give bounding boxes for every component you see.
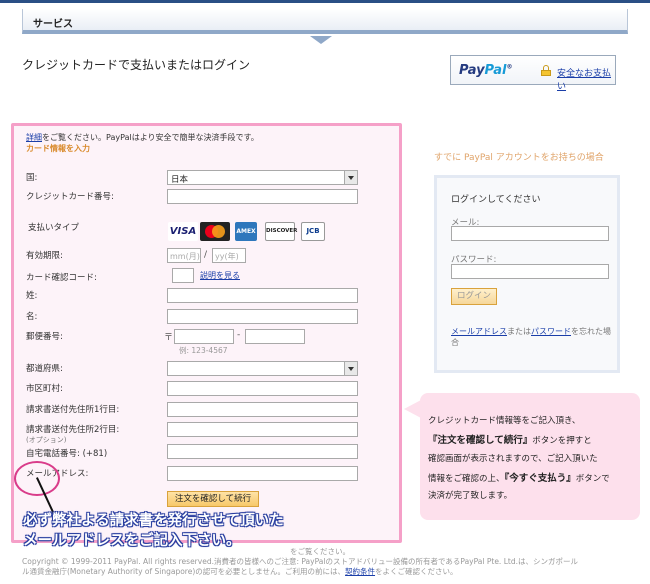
- forgot-credentials-text: メールアドレスまたはパスワードを忘れた場合: [451, 326, 611, 348]
- country-select[interactable]: 日本: [167, 170, 358, 185]
- note-line4-bold: 『今すぐ支払う』: [504, 473, 576, 484]
- section-title: カード情報を入力: [26, 144, 90, 153]
- service-arrow-icon: [310, 36, 332, 44]
- payment-type-label: 支払いタイプ: [28, 223, 80, 233]
- instruction-note: クレジットカード情報等をご記入頂き、 『注文を確認して続行』ボタンを押すと 確認…: [420, 393, 640, 520]
- intro-text: 詳細をご覧ください。PayPalはより安全で簡単な決済手段です。: [26, 132, 259, 143]
- postal-mark: 〒: [164, 333, 174, 343]
- phone-input[interactable]: [167, 444, 358, 459]
- cvv-help-link[interactable]: 説明を見る: [200, 270, 240, 281]
- email-input[interactable]: [167, 466, 358, 481]
- footer: をご覧ください。 Copyright © 1999-2011 PayPal. A…: [22, 547, 578, 577]
- footer-line3: ル通貨金融庁(Monetary Authority of Singapore)の…: [22, 567, 578, 577]
- jcb-card-icon: JCB: [301, 222, 325, 241]
- address2-label-text: 請求書送付先住所2行目:: [26, 425, 120, 435]
- city-label: 市区町村:: [26, 384, 63, 394]
- last-name-label: 姓:: [26, 291, 38, 301]
- note-line2-rest: ボタンを押すと: [532, 436, 592, 446]
- paypal-header-box: PayPal® 安全なお支払い: [450, 55, 616, 92]
- country-label: 国:: [26, 173, 38, 183]
- paypal-logo-pal: Pal: [484, 63, 507, 78]
- country-value: 日本: [171, 175, 189, 185]
- login-button[interactable]: ログイン: [451, 288, 497, 305]
- paypal-logo: PayPal®: [459, 63, 512, 78]
- address1-label: 請求書送付先住所1行目:: [26, 405, 120, 415]
- address2-optional: (オプション): [26, 436, 67, 444]
- footer-line1: をご覧ください。: [290, 547, 350, 556]
- card-form-panel: 詳細をご覧ください。PayPalはより安全で簡単な決済手段です。 カード情報を入…: [11, 123, 402, 543]
- expiry-slash: /: [204, 250, 208, 260]
- cvv-input[interactable]: [172, 268, 194, 283]
- page-title: クレジットカードで支払いまたはログイン: [22, 58, 251, 72]
- mastercard-icon: [200, 222, 230, 241]
- lock-icon: [541, 65, 551, 76]
- footer-line3-post: をよくご確認ください。: [375, 567, 458, 576]
- existing-account-text: すでに PayPal アカウントをお持ちの場合: [434, 153, 604, 163]
- forgot-email-link[interactable]: メールアドレス: [451, 327, 507, 336]
- amex-card-icon: AMEX: [235, 222, 257, 241]
- postal-example: 例: 123-4567: [179, 346, 228, 355]
- note-line1: クレジットカード情報等をご記入頂き、: [428, 416, 581, 426]
- intro-body: をご覧ください。PayPalはより安全で簡単な決済手段です。: [42, 133, 259, 142]
- visa-card-icon: VISA: [168, 222, 198, 241]
- footer-line2: Copyright © 1999-2011 PayPal. All rights…: [22, 557, 578, 566]
- expiry-month-input[interactable]: mm(月): [167, 248, 201, 263]
- service-label: サービス: [33, 19, 73, 30]
- note-line2-bold: 『注文を確認して続行』: [428, 435, 533, 446]
- discover-card-icon: DISCOVER: [265, 222, 297, 241]
- note-line2: 『注文を確認して続行』ボタンを押すと: [428, 432, 592, 446]
- forgot-password-link[interactable]: パスワード: [531, 327, 571, 336]
- login-title: ログインしてください: [451, 195, 541, 205]
- postal-code-1-input[interactable]: [174, 329, 234, 344]
- postal-dash: -: [237, 330, 241, 340]
- postal-code-2-input[interactable]: [245, 329, 305, 344]
- details-link[interactable]: 詳細: [26, 133, 42, 142]
- last-name-input[interactable]: [167, 288, 358, 303]
- login-panel: ログインしてください メール: パスワード: ログイン メールアドレスまたはパス…: [434, 175, 620, 373]
- city-input[interactable]: [167, 381, 358, 396]
- warning-line1: 必ず弊社よる請求書を発行させて頂いた: [23, 513, 284, 529]
- note-pointer: [404, 400, 421, 418]
- address2-label: 請求書送付先住所2行目: (オプション): [26, 423, 119, 445]
- note-line4-rest: ボタンで: [575, 474, 610, 484]
- chevron-down-icon: [344, 362, 357, 375]
- login-email-input[interactable]: [451, 226, 609, 241]
- note-line4: 情報をご確認の上、『今すぐ支払う』ボタンで: [428, 470, 610, 484]
- paypal-logo-trademark: ®: [506, 63, 513, 71]
- first-name-input[interactable]: [167, 309, 358, 324]
- first-name-label: 名:: [26, 312, 38, 322]
- footer-line3-pre: ル通貨金融庁(Monetary Authority of Singapore)の…: [22, 567, 346, 576]
- expiry-year-input[interactable]: yy(年): [212, 248, 246, 263]
- secure-payment-link[interactable]: 安全なお支払い: [557, 66, 615, 92]
- note-line5: 決済が完了致します。: [428, 491, 513, 501]
- card-number-input[interactable]: [167, 189, 358, 204]
- prefecture-select[interactable]: [167, 361, 358, 376]
- note-line3: 確認画面が表示されますので、ご記入頂いた: [428, 454, 598, 464]
- paypal-logo-pay: Pay: [459, 63, 485, 78]
- postal-code-label: 郵便番号:: [26, 332, 63, 342]
- address1-input[interactable]: [167, 402, 358, 417]
- chevron-down-icon: [344, 171, 357, 184]
- expiry-label: 有効期限:: [26, 251, 63, 261]
- terms-link[interactable]: 契約条件: [345, 567, 375, 576]
- service-bar: サービス: [22, 9, 628, 34]
- prefecture-label: 都道府県:: [26, 364, 63, 374]
- forgot-or: または: [507, 327, 531, 336]
- card-number-label: クレジットカード番号:: [26, 192, 114, 202]
- address2-input[interactable]: [167, 422, 358, 437]
- phone-label: 自宅電話番号: (+81): [26, 449, 108, 459]
- note-line4-pre: 情報をご確認の上、: [428, 474, 505, 484]
- top-bar: [0, 0, 650, 3]
- email-warning: 必ず弊社よる請求書を発行させて頂いた メールアドレスをご記入下さい。: [23, 511, 284, 551]
- cvv-label: カード確認コード:: [26, 273, 97, 283]
- login-password-input[interactable]: [451, 264, 609, 279]
- confirm-and-continue-button[interactable]: 注文を確認して続行: [167, 491, 259, 507]
